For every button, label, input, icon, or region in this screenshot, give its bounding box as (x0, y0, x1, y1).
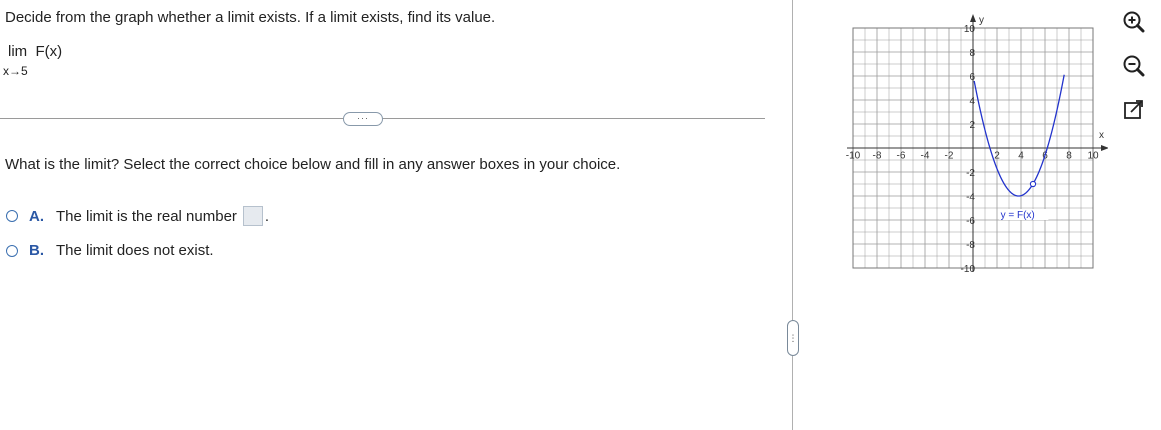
y-tick-label: 4 (969, 96, 975, 107)
x-axis-arrow (1101, 145, 1108, 151)
zoom-in-icon[interactable] (1120, 8, 1148, 36)
x-tick-label: 10 (1087, 150, 1099, 161)
y-axis-label: y (979, 15, 984, 26)
question-text: What is the limit? Select the correct ch… (5, 156, 621, 173)
limit-notation: lim F(x) (8, 43, 63, 60)
choice-b-radio[interactable] (6, 244, 18, 257)
choice-a-text: The limit is the real number (56, 207, 237, 225)
function-curve (973, 74, 1065, 197)
y-tick-label: 8 (969, 48, 975, 59)
y-tick-label: 2 (969, 120, 975, 131)
graph-tick-labels: -10 -8 -6 -4 -2 2 4 6 8 10108642-2-4-6-8-10 (846, 24, 1099, 275)
choice-a[interactable]: A. The limit is the real number . (6, 206, 269, 226)
choice-b-letter: B. (29, 242, 44, 259)
curve-label: y = F(x) (1001, 210, 1035, 221)
x-tick-label: 2 (994, 150, 1000, 161)
x-tick-label: -8 (873, 150, 882, 161)
popout-icon[interactable] (1120, 96, 1148, 124)
limit-approach: x→5 (3, 64, 28, 78)
function-graph: -10 -8 -6 -4 -2 2 4 6 8 10108642-2-4-6-8-10 x y y… (846, 14, 1108, 275)
open-point (1029, 180, 1037, 188)
y-tick-label: 10 (964, 24, 976, 35)
y-tick-label: -4 (966, 192, 975, 203)
splitter-dots: ⋮ (788, 333, 798, 343)
choice-a-radio[interactable] (6, 210, 18, 222)
x-axis-label: x (1099, 130, 1104, 141)
choice-a-letter: A. (29, 207, 44, 225)
x-tick-label: -2 (945, 150, 954, 161)
choice-b-text: The limit does not exist. (56, 242, 214, 259)
more-button[interactable]: ··· (343, 112, 383, 126)
y-tick-label: -10 (961, 264, 976, 275)
x-tick-label: -6 (897, 150, 906, 161)
choice-b[interactable]: B. The limit does not exist. (6, 242, 214, 259)
zoom-out-icon[interactable] (1120, 52, 1148, 80)
problem-prompt: Decide from the graph whether a limit ex… (5, 9, 496, 26)
x-tick-label: -10 (846, 150, 861, 161)
y-tick-label: -6 (966, 216, 975, 227)
y-axis-arrow (970, 14, 976, 22)
answer-input-box[interactable] (242, 206, 263, 226)
x-tick-label: 8 (1066, 150, 1072, 161)
choice-a-suffix: . (264, 207, 270, 225)
y-tick-label: -2 (966, 168, 975, 179)
x-tick-label: 4 (1018, 150, 1024, 161)
y-tick-label: -8 (966, 240, 975, 251)
question-panel: Decide from the graph whether a limit ex… (0, 0, 765, 430)
panel-divider (792, 0, 793, 430)
x-tick-label: -4 (921, 150, 930, 161)
panel-splitter-handle[interactable]: ⋮ (787, 320, 799, 356)
